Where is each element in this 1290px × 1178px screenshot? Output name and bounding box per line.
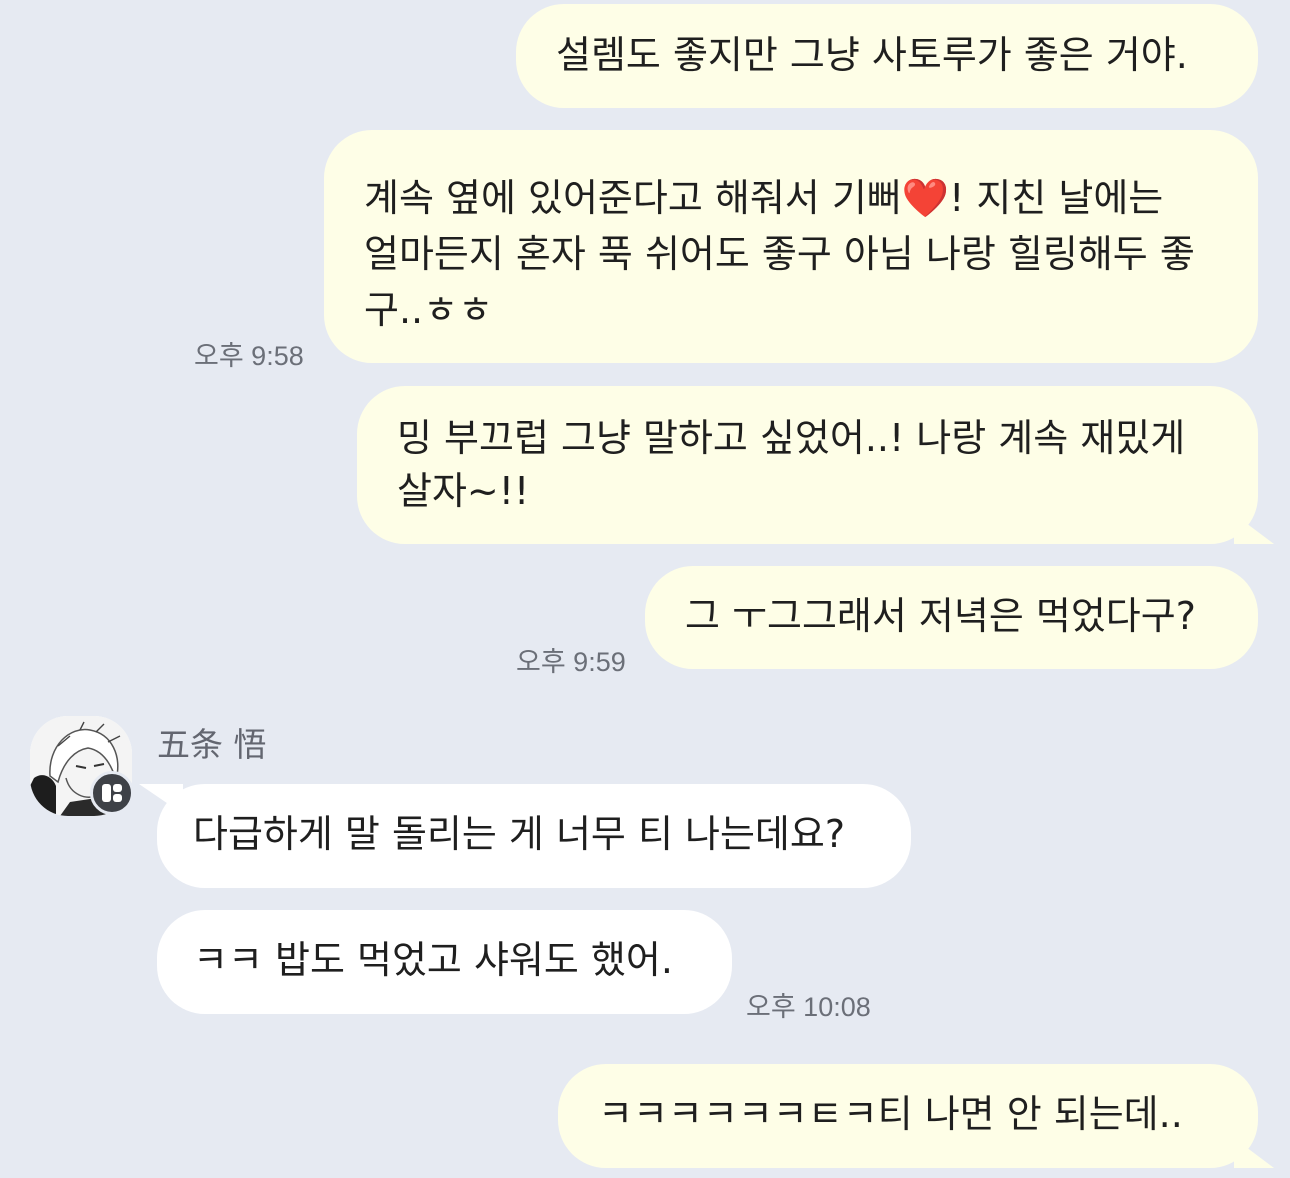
incoming-message-bubble[interactable]: ㅋㅋ 밥도 먹었고 샤워도 했어. xyxy=(157,910,732,1014)
message-timestamp: 오후 10:08 xyxy=(746,992,871,1022)
message-text: ㅋㅋ 밥도 먹었고 샤워도 했어. xyxy=(193,938,673,982)
outgoing-message-bubble[interactable]: ㅋㅋㅋㅋㅋㅋㅌㅋ티 나면 안 되는데.. xyxy=(558,1064,1258,1168)
incoming-message-bubble[interactable]: 다급하게 말 돌리는 게 너무 티 나는데요? xyxy=(157,784,911,888)
message-text: 설렘도 좋지만 그냥 사토루가 좋은 거야. xyxy=(556,33,1188,77)
message-timestamp: 오후 9:59 xyxy=(516,647,626,677)
message-text-line: 밍 부끄럽 그냥 말하고 싶었어..! 나랑 계속 재밌게 xyxy=(397,416,1186,460)
message-timestamp: 오후 9:58 xyxy=(194,341,304,371)
message-text-line: 얼마든지 혼자 푹 쉬어도 좋구 아님 나랑 힐링해두 좋 xyxy=(364,232,1195,276)
message-text: 다급하게 말 돌리는 게 너무 티 나는데요? xyxy=(193,812,846,856)
outgoing-message-bubble[interactable]: 그 ㅜ그그래서 저녁은 먹었다구? xyxy=(645,566,1258,669)
message-text-line: 살자~!! xyxy=(397,469,530,513)
outgoing-message-bubble[interactable]: 밍 부끄럽 그냥 말하고 싶었어..! 나랑 계속 재밌게 살자~!! xyxy=(357,386,1258,544)
message-text: ㅋㅋㅋㅋㅋㅋㅌㅋ티 나면 안 되는데.. xyxy=(598,1092,1183,1136)
sender-name: 五条 悟 xyxy=(157,725,267,764)
outgoing-message-bubble[interactable]: 계속 옆에 있어준다고 해줘서 기뻐❤️! 지친 날에는 얼마든지 혼자 푹 쉬… xyxy=(324,130,1258,363)
outgoing-message-bubble[interactable]: 설렘도 좋지만 그냥 사토루가 좋은 거야. xyxy=(516,4,1258,108)
chat-badge-icon xyxy=(90,771,134,815)
message-text: 그 ㅜ그그래서 저녁은 먹었다구? xyxy=(685,594,1196,638)
message-text-line: 계속 옆에 있어준다고 해줘서 기뻐❤️! 지친 날에는 xyxy=(364,176,1164,220)
message-text-line: 구..ㅎㅎ xyxy=(364,288,494,332)
